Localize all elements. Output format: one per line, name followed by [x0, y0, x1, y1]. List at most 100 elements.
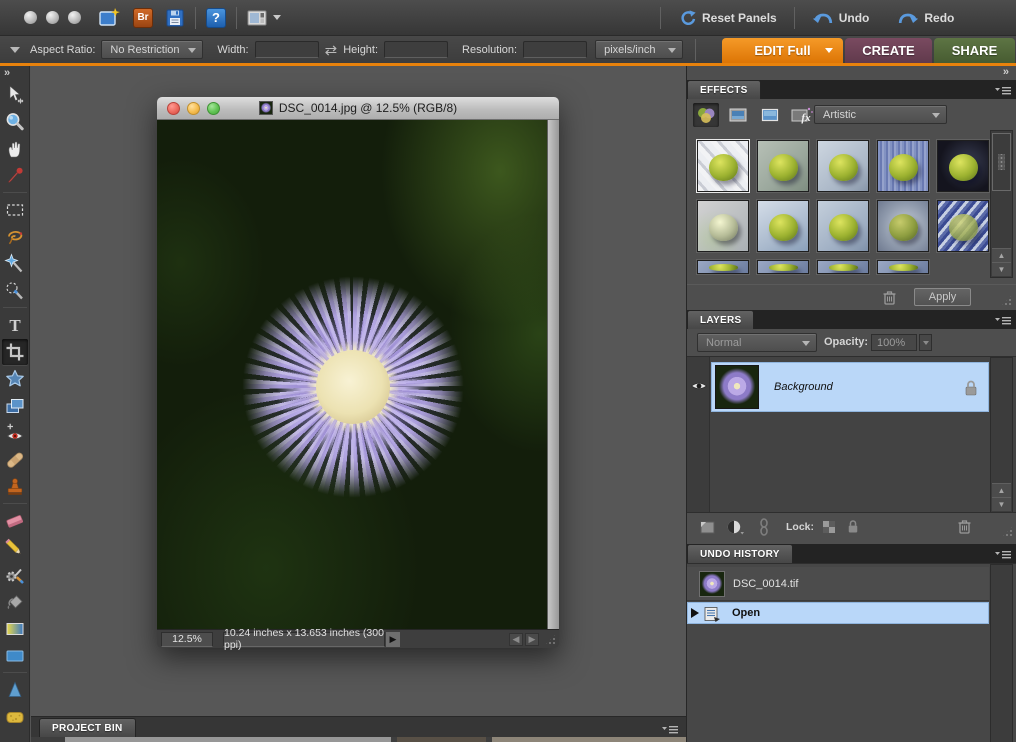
eyedropper-tool[interactable]: [2, 163, 28, 189]
delete-effect-trash-icon[interactable]: [881, 289, 898, 306]
width-input[interactable]: [255, 41, 319, 58]
straighten-tool[interactable]: [2, 393, 28, 419]
delete-layer-trash-icon[interactable]: [956, 518, 973, 535]
project-bin-menu-button[interactable]: [662, 725, 678, 734]
tab-layers[interactable]: LAYERS: [687, 310, 754, 329]
smart-brush-tool[interactable]: [2, 562, 28, 588]
undo-button[interactable]: Undo: [803, 9, 879, 27]
previous-image-button[interactable]: ◀: [509, 633, 523, 646]
lasso-tool[interactable]: [2, 224, 28, 250]
effect-thumbnail-partial[interactable]: [697, 260, 749, 274]
pencil-tool[interactable]: [2, 535, 28, 561]
hand-tool[interactable]: [2, 136, 28, 162]
photo-effects-button[interactable]: [757, 103, 783, 127]
window-dot[interactable]: [46, 11, 59, 24]
effect-thumbnail[interactable]: [877, 200, 929, 252]
sharpen-tool[interactable]: [2, 677, 28, 703]
tab-effects[interactable]: EFFECTS: [687, 80, 761, 99]
scrollbar-thumb[interactable]: [992, 133, 1011, 191]
history-item-file[interactable]: DSC_0014.tif: [687, 567, 989, 601]
height-input[interactable]: [384, 41, 448, 58]
healing-brush-tool[interactable]: [2, 447, 28, 473]
quick-selection-tool[interactable]: [2, 278, 28, 304]
cookie-cutter-tool[interactable]: [2, 366, 28, 392]
scroll-down-button[interactable]: ▼: [992, 497, 1011, 511]
all-effects-button[interactable]: fx: [789, 103, 815, 127]
next-image-button[interactable]: ▶: [525, 633, 539, 646]
type-tool[interactable]: T: [2, 312, 28, 338]
toolbox-collapse-icon[interactable]: »: [4, 67, 9, 79]
tool-options-caret-icon[interactable]: [10, 47, 20, 53]
effect-thumbnail-partial[interactable]: [817, 260, 869, 274]
status-flyout-button[interactable]: ▶: [386, 632, 400, 647]
zoom-level-field[interactable]: 12.5%: [161, 632, 213, 647]
window-dot[interactable]: [68, 11, 81, 24]
effects-category-select[interactable]: Artistic: [814, 105, 947, 124]
bridge-button[interactable]: Br: [131, 6, 155, 30]
effects-panel-menu-button[interactable]: [995, 86, 1011, 95]
lock-all-icon[interactable]: [846, 518, 860, 535]
effect-thumbnail[interactable]: [697, 140, 749, 192]
new-file-button[interactable]: [97, 6, 121, 30]
window-controls[interactable]: [24, 11, 81, 24]
effects-scrollbar[interactable]: ▲ ▼: [990, 130, 1013, 278]
history-item-open[interactable]: Open: [687, 602, 989, 624]
effect-thumbnail[interactable]: [877, 140, 929, 192]
sponge-tool[interactable]: [2, 704, 28, 730]
effect-thumbnail[interactable]: [757, 200, 809, 252]
gradient-tool[interactable]: [2, 616, 28, 642]
apply-button[interactable]: Apply: [914, 288, 971, 306]
magic-wand-tool[interactable]: [2, 251, 28, 277]
tab-edit-full[interactable]: EDIT Full: [722, 38, 843, 63]
effect-thumbnail[interactable]: [817, 140, 869, 192]
resolution-input[interactable]: [523, 41, 587, 58]
new-layer-icon[interactable]: [699, 519, 717, 535]
effect-thumbnail[interactable]: [937, 200, 989, 252]
panel-layout-button[interactable]: [245, 6, 269, 30]
rectangular-marquee-tool[interactable]: [2, 197, 28, 223]
panel-layout-caret-icon[interactable]: [273, 15, 281, 20]
opacity-caret-button[interactable]: [919, 334, 932, 351]
effect-thumbnail-partial[interactable]: [877, 260, 929, 274]
lock-transparency-icon[interactable]: [822, 520, 836, 534]
panel-bin-collapse-icon[interactable]: »: [1003, 66, 1008, 78]
clone-stamp-tool[interactable]: [2, 474, 28, 500]
layers-scrollbar[interactable]: ▲ ▼: [990, 357, 1013, 513]
effect-thumbnail[interactable]: [817, 200, 869, 252]
tab-create[interactable]: CREATE: [845, 38, 932, 63]
layer-row-background[interactable]: Background: [711, 362, 989, 412]
red-eye-removal-tool[interactable]: [2, 420, 28, 446]
help-button[interactable]: ?: [204, 6, 228, 30]
opacity-value-field[interactable]: 100%: [871, 334, 917, 351]
layer-styles-button[interactable]: [725, 103, 751, 127]
scroll-down-button[interactable]: ▼: [992, 262, 1011, 276]
scroll-up-button[interactable]: ▲: [992, 483, 1011, 497]
layer-visibility-eye-icon[interactable]: [690, 379, 708, 393]
effect-thumbnail-partial[interactable]: [757, 260, 809, 274]
window-dot[interactable]: [24, 11, 37, 24]
tab-undo-history[interactable]: UNDO HISTORY: [687, 544, 793, 563]
scroll-up-button[interactable]: ▲: [992, 248, 1011, 262]
layer-thumbnail[interactable]: [715, 365, 759, 409]
redo-button[interactable]: Redo: [888, 9, 963, 27]
document-vertical-scrollbar[interactable]: [547, 120, 559, 629]
crop-tool[interactable]: [2, 339, 28, 365]
swap-dimensions-icon[interactable]: ⇄: [325, 41, 338, 59]
document-title-bar[interactable]: DSC_0014.jpg @ 12.5% (RGB/8): [157, 97, 559, 120]
undo-history-panel-menu-button[interactable]: [995, 550, 1011, 559]
layers-panel-menu-button[interactable]: [995, 316, 1011, 325]
move-tool[interactable]: [2, 82, 28, 108]
window-resize-grip[interactable]: [544, 633, 557, 646]
reset-panels-button[interactable]: Reset Panels: [669, 9, 786, 28]
eraser-tool[interactable]: [2, 508, 28, 534]
resolution-unit-select[interactable]: pixels/inch: [595, 40, 683, 59]
save-button[interactable]: [163, 6, 187, 30]
undo-history-scrollbar[interactable]: [990, 564, 1013, 742]
layers-panel-resize-grip[interactable]: [1001, 525, 1014, 538]
paint-bucket-tool[interactable]: [2, 589, 28, 615]
tab-share[interactable]: SHARE: [934, 38, 1015, 63]
filters-button[interactable]: [693, 103, 719, 127]
effect-thumbnail[interactable]: [757, 140, 809, 192]
link-layers-icon[interactable]: [758, 518, 770, 536]
effect-thumbnail[interactable]: [937, 140, 989, 192]
